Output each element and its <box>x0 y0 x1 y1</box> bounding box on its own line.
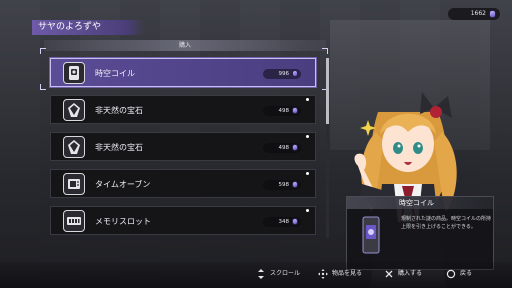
price-value: 598 <box>278 182 290 188</box>
list-scrollbar[interactable] <box>326 58 329 238</box>
wallet-amount: 1662 <box>470 10 486 17</box>
description-title: 時空コイル <box>347 197 493 209</box>
hint-back: 戻る <box>446 268 472 280</box>
scrollbar-thumb[interactable] <box>326 58 329 124</box>
shop-item[interactable]: 非天然の宝石 498 <box>50 132 316 161</box>
hint-back-label: 戻る <box>460 270 473 277</box>
item-list: 時空コイル 996 非天然の宝石 498 非天然の宝石 498 タイムオーブン … <box>50 58 318 243</box>
shop-item[interactable]: 時空コイル 996 <box>50 58 316 87</box>
corner-bracket-tl <box>40 48 46 54</box>
gem-icon <box>63 136 85 158</box>
coin-icon <box>292 70 298 77</box>
hint-view-item: 物品を見る <box>318 268 362 280</box>
coin-icon <box>292 107 298 114</box>
cross-button-icon <box>384 269 394 279</box>
dpad-icon <box>318 269 328 279</box>
description-text: 規制された謎の商品。時空コイルの所持上限を引き上げることができる。 <box>401 216 492 230</box>
coin-icon <box>292 218 298 225</box>
coin-icon <box>292 144 298 151</box>
hint-buy-label: 購入する <box>398 270 423 277</box>
item-name: 非天然の宝石 <box>95 143 143 152</box>
new-indicator <box>306 209 309 212</box>
oven-icon <box>63 173 85 195</box>
price-value: 348 <box>278 219 290 225</box>
coil-card-icon <box>63 62 85 84</box>
shop-panel: 購入 時空コイル 996 非天然の宝石 498 非天然の宝石 498 タイムオー… <box>40 40 330 243</box>
hint-scroll-label: スクロール <box>270 270 301 277</box>
item-price: 498 <box>263 143 301 153</box>
coin-icon <box>292 181 298 188</box>
price-value: 498 <box>278 145 290 151</box>
item-name: タイムオーブン <box>95 180 151 189</box>
item-name: 非天然の宝石 <box>95 106 143 115</box>
new-indicator <box>306 98 309 101</box>
new-indicator <box>306 135 309 138</box>
gem-icon <box>63 99 85 121</box>
hint-scroll: スクロール <box>256 268 300 280</box>
memory-slot-icon <box>63 210 85 232</box>
item-price: 598 <box>263 180 301 190</box>
wallet-balance: 1662 <box>448 8 500 20</box>
hint-view-item-label: 物品を見る <box>332 270 363 277</box>
shop-title: サヤのよろずや <box>32 20 144 35</box>
coin-icon <box>489 10 496 18</box>
hint-buy: 購入する <box>384 268 422 280</box>
corner-bracket-tr <box>322 48 328 54</box>
coil-card-artwork <box>362 216 380 254</box>
circle-button-icon <box>446 269 456 279</box>
new-indicator <box>306 172 309 175</box>
shop-item[interactable]: タイムオーブン 598 <box>50 169 316 198</box>
item-price: 498 <box>263 106 301 116</box>
shop-item[interactable]: メモリスロット 348 <box>50 206 316 235</box>
price-value: 996 <box>278 71 290 77</box>
item-name: 時空コイル <box>95 69 135 78</box>
dpad-vertical-icon <box>256 269 266 279</box>
item-price: 996 <box>263 69 301 79</box>
panel-header: 購入 <box>44 40 326 51</box>
item-description-panel: 時空コイル 規制された謎の商品。時空コイルの所持上限を引き上げることができる。 <box>346 196 494 270</box>
corner-bracket-bl <box>40 84 46 90</box>
price-value: 498 <box>278 108 290 114</box>
item-name: メモリスロット <box>95 217 151 226</box>
shop-item[interactable]: 非天然の宝石 498 <box>50 95 316 124</box>
item-price: 348 <box>263 217 301 227</box>
